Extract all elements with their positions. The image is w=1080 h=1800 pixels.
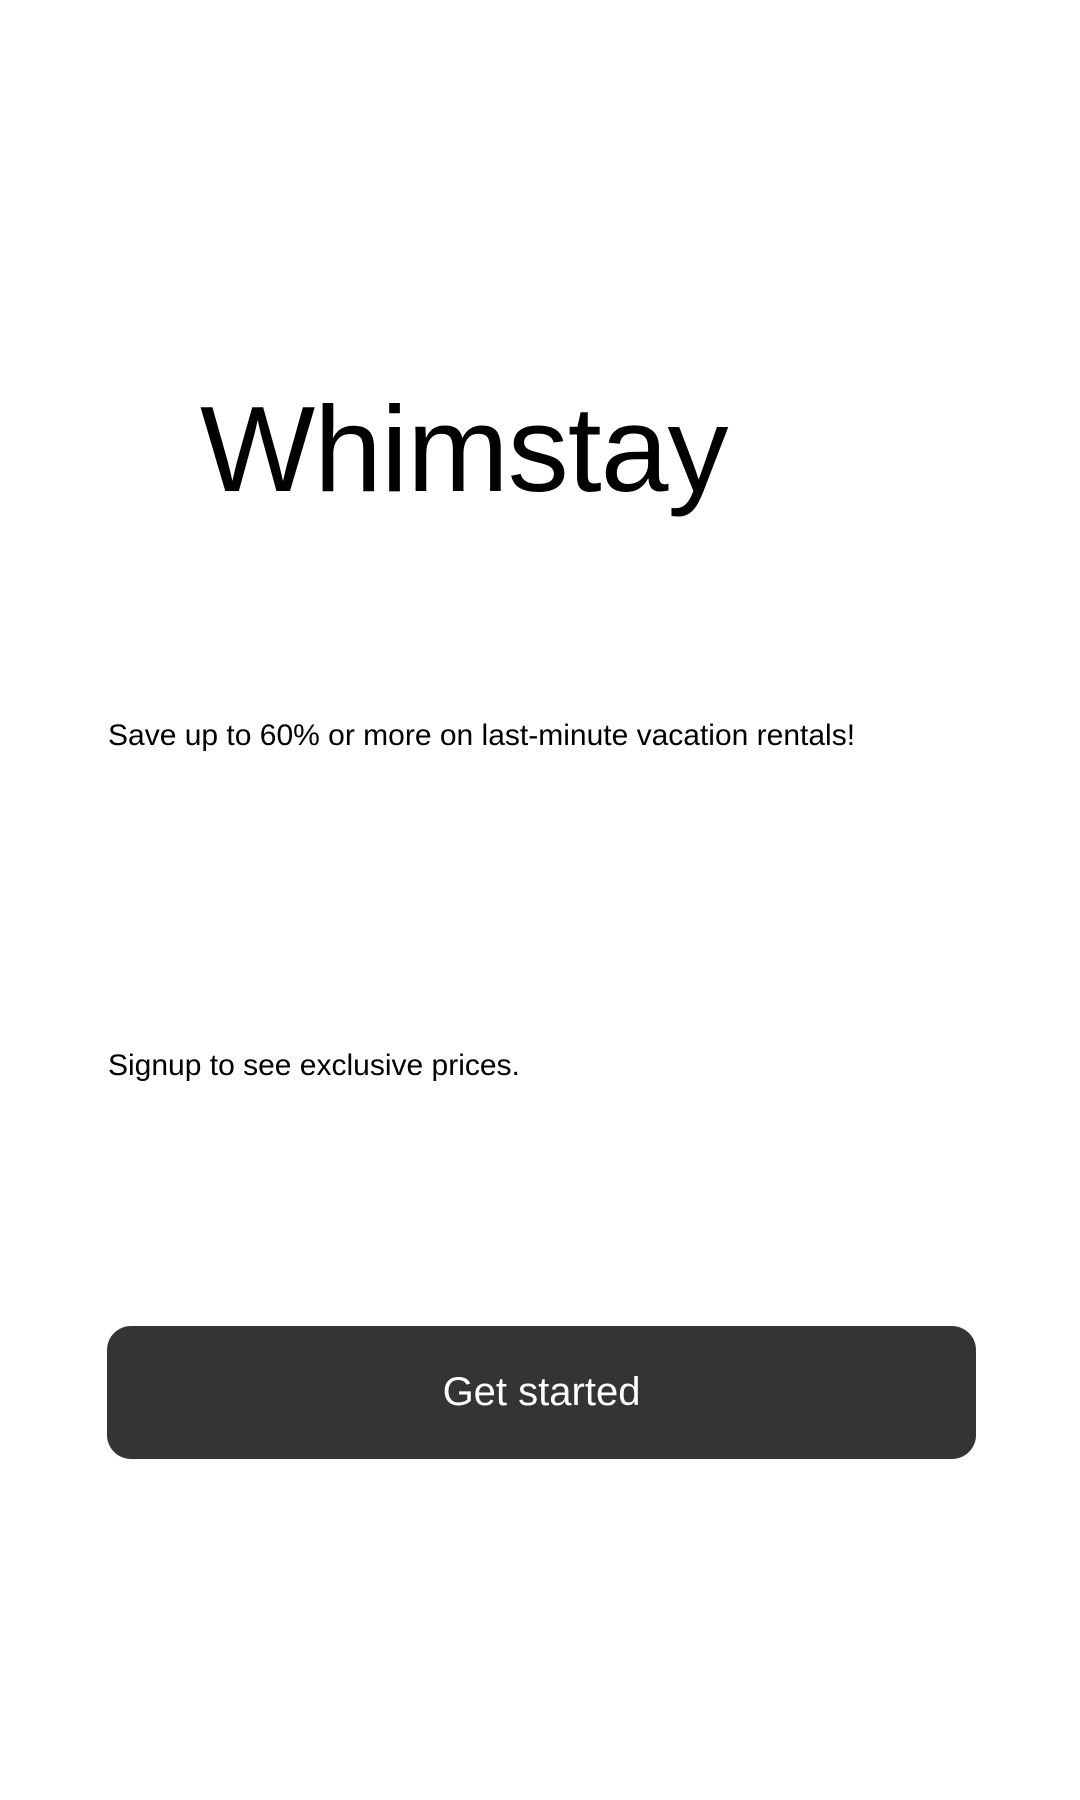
get-started-button-label: Get started [442,1370,641,1414]
get-started-button[interactable]: Get started [107,1326,976,1459]
signup-prompt-text: Signup to see exclusive prices. [108,1049,520,1082]
onboarding-screen: Whimstay Save up to 60% or more on last-… [0,0,1080,1800]
tagline-text: Save up to 60% or more on last-minute va… [108,719,856,752]
app-title: Whimstay [200,381,728,517]
